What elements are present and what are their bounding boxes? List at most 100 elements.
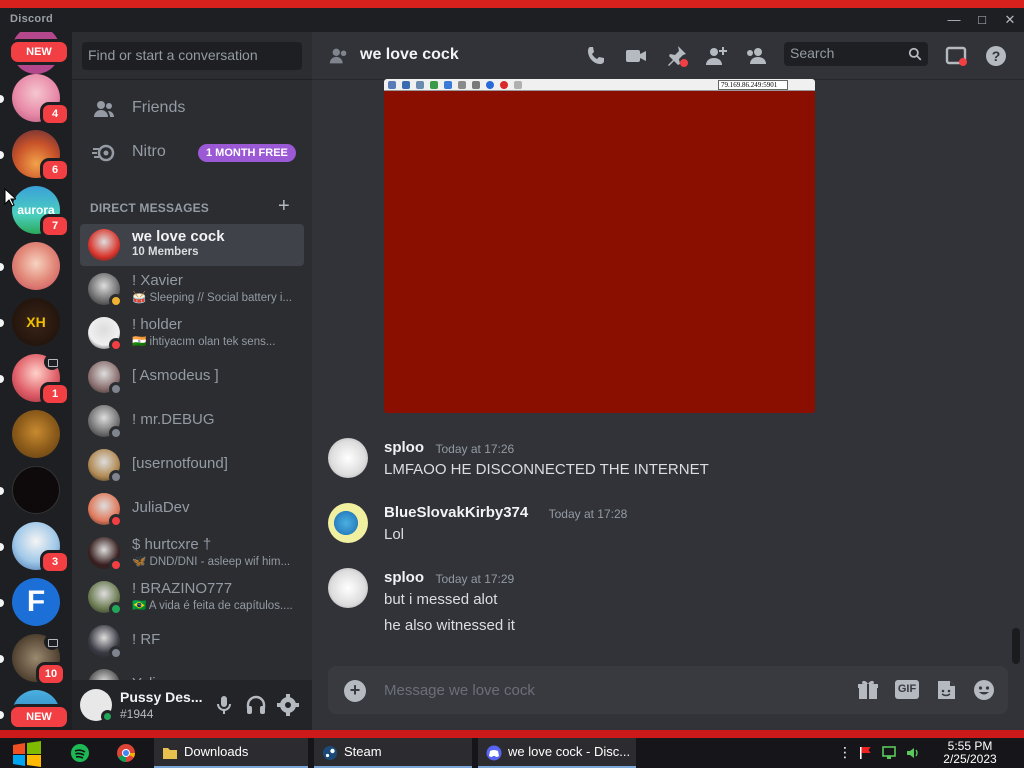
image-attachment[interactable]: 79.169.86.249:5901: [384, 79, 815, 413]
dm-item[interactable]: $ hurtcxre † 🦋 DND/DNI - asleep wif him..…: [80, 532, 304, 574]
voice-activity-icon: [44, 354, 60, 370]
user-tag: #1944: [120, 707, 154, 721]
voice-call-icon[interactable]: [584, 44, 608, 68]
chat-search-input[interactable]: Search: [784, 42, 928, 66]
message-timestamp: Today at 17:26: [435, 442, 515, 456]
create-dm-button[interactable]: +: [278, 195, 290, 218]
dm-avatar: [88, 229, 120, 261]
unread-pill: [0, 711, 4, 719]
server-icon-f[interactable]: F: [12, 578, 60, 626]
message-author[interactable]: BlueSlovakKirby374: [384, 504, 528, 521]
tray-overflow-icon[interactable]: ⋮: [838, 745, 852, 759]
dm-name: ! RF: [132, 631, 161, 648]
windows-start-icon[interactable]: [10, 741, 44, 767]
nav-nitro[interactable]: Nitro 1 MONTH FREE: [80, 132, 304, 174]
folder-icon: [163, 748, 177, 759]
taskbar-item-label: we love cock - Disc...: [508, 744, 631, 759]
dm-item[interactable]: [ Asmodeus ]: [80, 356, 304, 398]
dm-item[interactable]: [usernotfound]: [80, 444, 304, 486]
scrollbar[interactable]: [1012, 628, 1020, 664]
unread-pill: [0, 263, 4, 271]
microphone-icon[interactable]: [212, 693, 236, 717]
headphones-icon[interactable]: [244, 693, 268, 717]
nav-friends[interactable]: Friends: [80, 88, 304, 130]
dm-status-text: 10 Members: [132, 246, 199, 258]
message-text: Lol: [384, 526, 405, 543]
flag-icon[interactable]: [858, 746, 872, 760]
system-clock[interactable]: 5:55 PM 2/25/2023: [930, 740, 1010, 766]
message-avatar[interactable]: [328, 503, 368, 543]
status-indicator: [109, 470, 123, 484]
dm-status-text: 🇮🇳 ihtiyacım olan tek sens...: [132, 336, 276, 348]
minimize-button[interactable]: —: [940, 10, 968, 30]
dm-name: $ hurtcxre †: [132, 536, 212, 553]
dm-section-header: DIRECT MESSAGES: [90, 201, 210, 215]
message-composer: + Message we love cock GIF: [328, 666, 1008, 714]
user-name: Pussy Des...: [120, 689, 203, 705]
video-call-icon[interactable]: [624, 44, 648, 68]
dm-item[interactable]: ! BRAZINO777 🇧🇷 A vida é feita de capítul…: [80, 576, 304, 618]
find-conversation-input[interactable]: Find or start a conversation: [82, 42, 302, 70]
chrome-icon[interactable]: [114, 741, 138, 765]
upload-button[interactable]: +: [344, 680, 366, 702]
server-icon-xh[interactable]: XH: [12, 298, 60, 346]
mention-badge: 1: [40, 382, 70, 406]
member-list-icon[interactable]: [744, 44, 768, 68]
dm-item[interactable]: ! RF: [80, 620, 304, 662]
dm-item[interactable]: ! Xavier 🥁 Sleeping // Social battery i..…: [80, 268, 304, 310]
server-icon[interactable]: [12, 466, 60, 514]
server-icon[interactable]: [12, 410, 60, 458]
help-icon[interactable]: ?: [984, 44, 1008, 68]
message-text: LMFAOO HE DISCONNECTED THE INTERNET: [384, 461, 709, 478]
status-indicator: [109, 646, 123, 660]
inbox-icon[interactable]: [944, 44, 968, 68]
taskbar-item-downloads[interactable]: Downloads: [154, 738, 308, 768]
status-indicator: [109, 426, 123, 440]
message-timestamp: Today at 17:28: [548, 507, 628, 521]
desktop: Discord — □ ✕ NEW 4 6 aurora 7 XH 1 3 F …: [0, 0, 1024, 768]
svg-text:?: ?: [992, 48, 1001, 64]
dm-name: JuliaDev: [132, 499, 190, 516]
dm-item[interactable]: ! mr.DEBUG: [80, 400, 304, 442]
server-icon[interactable]: [12, 242, 60, 290]
voice-activity-icon: [44, 634, 60, 650]
gift-icon[interactable]: [856, 678, 880, 702]
taskbar-item-discord[interactable]: we love cock - Disc...: [478, 738, 636, 768]
group-dm-icon: [329, 48, 347, 64]
taskbar-item-steam[interactable]: Steam: [314, 738, 472, 768]
message-avatar[interactable]: [328, 438, 368, 478]
dm-sidebar: Find or start a conversation Friends Nit…: [72, 32, 312, 730]
volume-icon[interactable]: [906, 746, 920, 760]
title-bar: Discord — □ ✕: [0, 8, 1024, 32]
emoji-icon[interactable]: [972, 678, 996, 702]
new-badge: NEW: [8, 704, 70, 730]
gif-button[interactable]: GIF: [895, 680, 919, 699]
message-avatar[interactable]: [328, 568, 368, 608]
maximize-button[interactable]: □: [968, 10, 996, 30]
sticker-icon[interactable]: [934, 678, 958, 702]
message-text: he also witnessed it: [384, 617, 515, 634]
unread-pill: [0, 319, 4, 327]
spotify-icon[interactable]: [68, 741, 92, 765]
user-panel: Pussy Des... #1944: [72, 680, 312, 730]
message-timestamp: Today at 17:29: [435, 572, 515, 586]
taskbar-item-label: Downloads: [184, 744, 249, 759]
message-author[interactable]: sploo: [384, 439, 424, 456]
taskbar-item-label: Steam: [344, 744, 382, 759]
dm-name: ! BRAZINO777: [132, 580, 233, 597]
message-input[interactable]: Message we love cock: [384, 682, 535, 699]
server-rail: NEW 4 6 aurora 7 XH 1 3 F 10 NEW: [0, 32, 72, 730]
message-author[interactable]: sploo: [384, 569, 424, 586]
dm-item[interactable]: ! holder 🇮🇳 ihtiyacım olan tek sens...: [80, 312, 304, 354]
discord-window: Discord — □ ✕ NEW 4 6 aurora 7 XH 1 3 F …: [0, 8, 1024, 730]
add-friends-icon[interactable]: [704, 44, 728, 68]
dm-item[interactable]: JuliaDev: [80, 488, 304, 530]
network-icon[interactable]: [882, 746, 896, 760]
settings-gear-icon[interactable]: [276, 693, 300, 717]
pinned-messages-icon[interactable]: [664, 44, 688, 68]
unread-pill: [0, 95, 4, 103]
status-indicator: [109, 514, 123, 528]
dm-item[interactable]: we love cock 10 Members: [80, 224, 304, 266]
close-button[interactable]: ✕: [996, 10, 1024, 30]
unread-pill: [0, 375, 4, 383]
